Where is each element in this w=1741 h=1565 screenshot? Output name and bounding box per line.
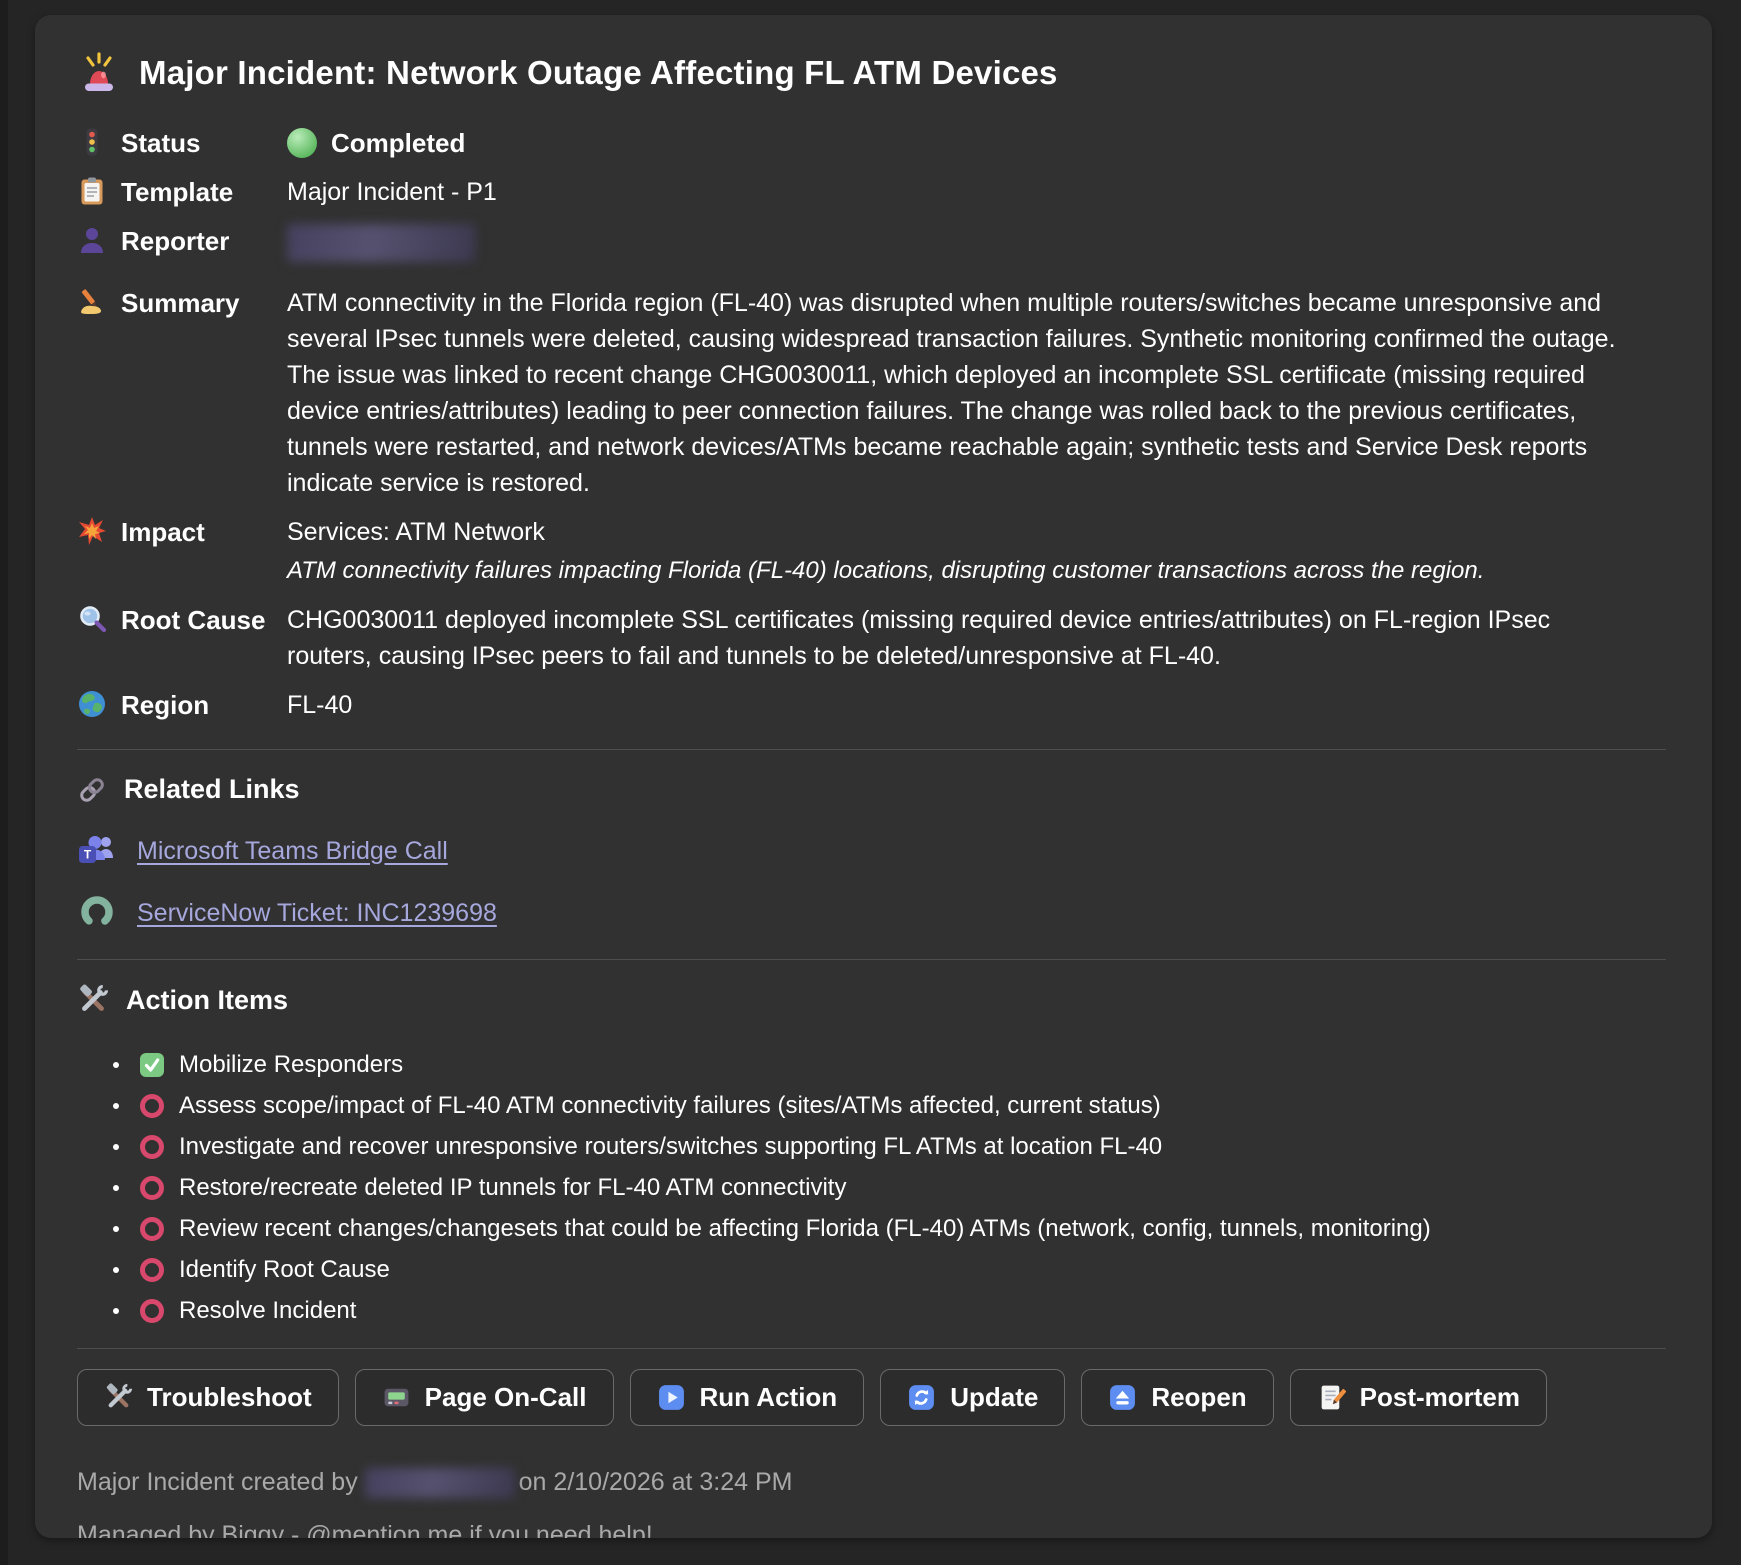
- status-text: Completed: [331, 125, 465, 161]
- action-item-open: Resolve Incident: [113, 1294, 1666, 1328]
- field-row-reporter: Reporter: [77, 223, 1666, 272]
- section-divider: [77, 749, 1666, 750]
- action-item-done: Mobilize Responders: [113, 1048, 1666, 1082]
- action-item-open: Assess scope/impact of FL-40 ATM connect…: [113, 1089, 1666, 1123]
- status-label: Status: [121, 125, 200, 161]
- section-divider: [77, 1348, 1666, 1349]
- hollow-circle-icon: [138, 1133, 166, 1161]
- svg-text:T: T: [84, 848, 92, 862]
- person-icon: [77, 225, 107, 255]
- clipboard-icon: [77, 176, 107, 206]
- summary-label: Summary: [121, 285, 240, 321]
- troubleshoot-button[interactable]: Troubleshoot: [77, 1369, 339, 1426]
- field-row-status: Status Completed: [77, 125, 1666, 161]
- region-value: FL-40: [287, 687, 1617, 723]
- section-divider: [77, 959, 1666, 960]
- region-label: Region: [121, 687, 209, 723]
- field-row-summary: Summary ATM connectivity in the Florida …: [77, 285, 1666, 501]
- memo-icon: [1317, 1383, 1346, 1412]
- action-items-heading: Action Items: [77, 984, 1666, 1016]
- root-cause-label: Root Cause: [121, 602, 265, 638]
- status-value: Completed: [287, 125, 1617, 161]
- hammer-wrench-icon: [77, 984, 109, 1016]
- template-label: Template: [121, 174, 233, 210]
- field-row-region: Region FL-40: [77, 687, 1666, 723]
- related-links-heading: Related Links: [77, 774, 1666, 805]
- hollow-circle-icon: [138, 1174, 166, 1202]
- traffic-light-icon: [77, 127, 107, 157]
- incident-card: Major Incident: Network Outage Affecting…: [35, 15, 1712, 1538]
- action-items-list: Mobilize Responders Assess scope/impact …: [77, 1048, 1666, 1328]
- magnifying-glass-icon: [77, 604, 107, 634]
- reopen-button[interactable]: Reopen: [1081, 1369, 1273, 1426]
- post-mortem-button[interactable]: Post-mortem: [1290, 1369, 1547, 1426]
- hollow-circle-icon: [138, 1297, 166, 1325]
- hollow-circle-icon: [138, 1256, 166, 1284]
- update-button[interactable]: Update: [880, 1369, 1065, 1426]
- hollow-circle-icon: [138, 1215, 166, 1243]
- green-circle-icon: [287, 128, 317, 158]
- pager-icon: [382, 1383, 411, 1412]
- field-row-impact: Impact Services: ATM Network ATM connect…: [77, 514, 1666, 589]
- impact-description: ATM connectivity failures impacting Flor…: [287, 553, 1617, 589]
- action-buttons-row: Troubleshoot Page On-Call Run Action: [77, 1369, 1666, 1426]
- run-action-button[interactable]: Run Action: [630, 1369, 865, 1426]
- managed-by-line: Managed by Biggy - @mention me if you ne…: [77, 1521, 1666, 1538]
- created-by-line: Major Incident created by on 2/10/2026 a…: [77, 1468, 1666, 1498]
- reporter-label: Reporter: [121, 223, 229, 259]
- servicenow-link-row: ServiceNow Ticket: INC1239698: [77, 893, 1666, 933]
- impact-services: Services: ATM Network: [287, 514, 1617, 550]
- link-icon: [77, 775, 107, 805]
- impact-label: Impact: [121, 514, 205, 550]
- field-row-root-cause: Root Cause CHG0030011 deployed incomplet…: [77, 602, 1666, 674]
- hammer-wrench-icon: [104, 1383, 133, 1412]
- servicenow-ticket-link[interactable]: ServiceNow Ticket: INC1239698: [137, 899, 497, 928]
- page-on-call-button[interactable]: Page On-Call: [355, 1369, 614, 1426]
- eject-icon: [1108, 1383, 1137, 1412]
- template-value: Major Incident - P1: [287, 174, 1617, 210]
- action-item-open: Restore/recreate deleted IP tunnels for …: [113, 1171, 1666, 1205]
- field-row-template: Template Major Incident - P1: [77, 174, 1666, 210]
- rotating-light-siren-icon: [77, 51, 121, 95]
- play-icon: [657, 1383, 686, 1412]
- teams-link-row: T Microsoft Teams Bridge Call: [77, 831, 1666, 871]
- root-cause-value: CHG0030011 deployed incomplete SSL certi…: [287, 602, 1617, 674]
- refresh-icon: [907, 1383, 936, 1412]
- summary-value: ATM connectivity in the Florida region (…: [287, 285, 1617, 501]
- card-header: Major Incident: Network Outage Affecting…: [77, 51, 1666, 95]
- hollow-circle-icon: [138, 1092, 166, 1120]
- checked-checkbox-icon: [138, 1051, 166, 1079]
- page-title: Major Incident: Network Outage Affecting…: [139, 54, 1058, 92]
- globe-icon: [77, 689, 107, 719]
- writing-hand-icon: [77, 287, 107, 317]
- servicenow-logo-icon: [77, 893, 117, 933]
- redacted-creator-name: [365, 1468, 515, 1498]
- redacted-reporter-name: [287, 224, 475, 262]
- teams-bridge-call-link[interactable]: Microsoft Teams Bridge Call: [137, 837, 448, 866]
- collision-icon: [77, 516, 107, 546]
- teams-logo-icon: T: [77, 831, 117, 871]
- action-item-open: Investigate and recover unresponsive rou…: [113, 1130, 1666, 1164]
- action-item-open: Review recent changes/changesets that co…: [113, 1212, 1666, 1246]
- action-item-open: Identify Root Cause: [113, 1253, 1666, 1287]
